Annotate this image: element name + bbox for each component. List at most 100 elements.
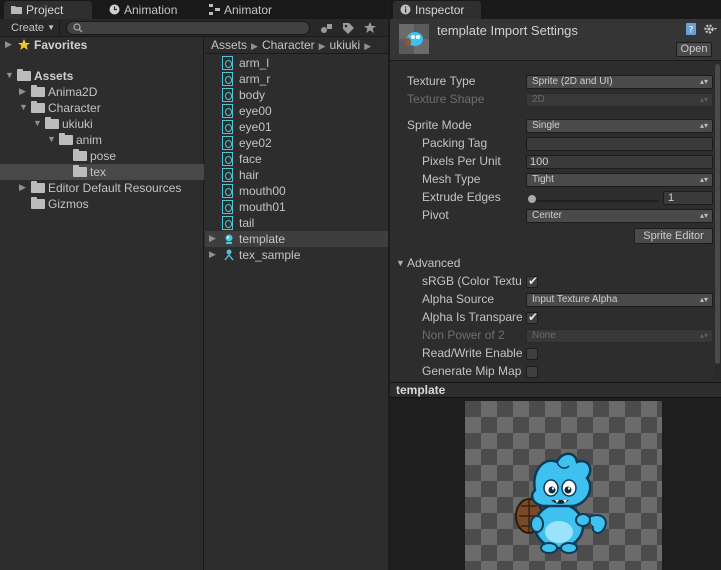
filter-by-label-icon[interactable] bbox=[341, 21, 355, 35]
assets-label: Assets bbox=[34, 69, 74, 83]
file-item-eye01[interactable]: eye01 bbox=[205, 119, 388, 135]
read-write-enabled-checkbox[interactable] bbox=[526, 348, 538, 360]
alpha-is-transparency-checkbox[interactable]: ✔ bbox=[526, 310, 539, 324]
svg-text:?: ? bbox=[689, 26, 694, 36]
non-power-of-2-value: None bbox=[532, 330, 556, 341]
tree-editor-default-resources[interactable]: ▶ Editor Default Resources bbox=[0, 180, 204, 196]
tree-character[interactable]: ▼ Character bbox=[0, 100, 204, 116]
favorites-star-icon bbox=[18, 39, 30, 50]
tree-tex[interactable]: tex bbox=[0, 164, 204, 180]
preview-header[interactable]: template bbox=[390, 382, 721, 398]
extrude-edges-field[interactable]: 1 bbox=[663, 191, 713, 205]
tree-assets[interactable]: ▼ Assets bbox=[0, 68, 204, 84]
pivot-dropdown[interactable]: Center ▴▾ bbox=[526, 209, 713, 223]
foldout-arrow-icon[interactable]: ▶ bbox=[19, 87, 28, 96]
file-item-tex-sample[interactable]: ▶ tex_sample bbox=[205, 247, 388, 263]
foldout-arrow-icon[interactable]: ▶ bbox=[5, 40, 14, 49]
tex-label: tex bbox=[90, 165, 107, 179]
tab-project[interactable]: Project bbox=[4, 1, 92, 19]
file-item-mouth00[interactable]: mouth00 bbox=[205, 183, 388, 199]
foldout-expanded-icon[interactable]: ▼ bbox=[47, 135, 56, 144]
file-item-hair[interactable]: hair bbox=[205, 167, 388, 183]
checkmark-icon: ✔ bbox=[528, 310, 539, 324]
foldout-expanded-icon[interactable]: ▼ bbox=[33, 119, 42, 128]
filter-by-type-icon[interactable] bbox=[320, 21, 334, 35]
extrude-edges-slider-handle[interactable] bbox=[527, 194, 537, 204]
search-input[interactable] bbox=[66, 21, 310, 35]
inspector-scrollbar[interactable] bbox=[714, 62, 721, 380]
advanced-section-header[interactable]: Advanced bbox=[407, 256, 460, 270]
foldout-expanded-icon[interactable]: ▼ bbox=[396, 258, 405, 268]
srgb-checkbox[interactable]: ✔ bbox=[526, 274, 538, 288]
tab-animator[interactable]: Animator bbox=[202, 1, 298, 19]
pixels-per-unit-label: Pixels Per Unit bbox=[422, 154, 501, 168]
sprite-icon bbox=[222, 88, 233, 102]
extrude-edges-slider-track[interactable] bbox=[530, 200, 658, 202]
file-item-face[interactable]: face bbox=[205, 151, 388, 167]
folder-icon bbox=[17, 69, 31, 81]
srgb-label: sRGB (Color Texture) bbox=[422, 274, 522, 288]
tree-favorites[interactable]: ▶ Favorites bbox=[0, 37, 204, 53]
mesh-type-value: Tight bbox=[532, 174, 554, 185]
alpha-is-transparency-label: Alpha Is Transparency bbox=[422, 310, 522, 324]
create-dropdown[interactable]: Create ▼ bbox=[6, 20, 60, 36]
animation-clock-icon bbox=[109, 4, 120, 15]
file-label: tail bbox=[239, 216, 255, 230]
foldout-arrow-icon[interactable]: ▶ bbox=[209, 250, 218, 259]
file-item-mouth01[interactable]: mouth01 bbox=[205, 199, 388, 215]
gear-icon[interactable] bbox=[703, 22, 717, 36]
dropdown-arrows-icon: ▴▾ bbox=[699, 95, 708, 104]
file-item-body[interactable]: body bbox=[205, 87, 388, 103]
file-item-eye02[interactable]: eye02 bbox=[205, 135, 388, 151]
generate-mip-maps-label: Generate Mip Maps bbox=[422, 364, 522, 378]
tree-pose[interactable]: pose bbox=[0, 148, 204, 164]
sprite-mode-dropdown[interactable]: Single ▴▾ bbox=[526, 119, 713, 133]
tree-ukiuki[interactable]: ▼ ukiuki bbox=[0, 116, 204, 132]
folder-icon bbox=[31, 197, 45, 209]
sprite-icon bbox=[222, 184, 233, 198]
packing-tag-field[interactable] bbox=[526, 137, 713, 151]
sprite-icon bbox=[222, 168, 233, 182]
folder-icon bbox=[45, 117, 59, 129]
search-icon bbox=[73, 23, 83, 33]
character-sprite-preview bbox=[515, 452, 607, 554]
foldout-arrow-icon[interactable]: ▶ bbox=[19, 183, 28, 192]
character-label: Character bbox=[48, 101, 101, 115]
gizmos-label: Gizmos bbox=[48, 197, 89, 211]
editor-default-resources-label: Editor Default Resources bbox=[48, 181, 182, 195]
packing-tag-label: Packing Tag bbox=[422, 136, 488, 150]
foldout-arrow-icon[interactable]: ▶ bbox=[209, 234, 218, 243]
texture-type-dropdown[interactable]: Sprite (2D and UI) ▴▾ bbox=[526, 75, 713, 89]
tab-animation[interactable]: Animation bbox=[102, 1, 198, 19]
tree-anima2d[interactable]: ▶ Anima2D bbox=[0, 84, 204, 100]
foldout-expanded-icon[interactable]: ▼ bbox=[5, 71, 14, 80]
tree-gizmos[interactable]: Gizmos bbox=[0, 196, 204, 212]
alpha-source-dropdown[interactable]: Input Texture Alpha ▴▾ bbox=[526, 293, 713, 307]
breadcrumb: Assets ▶ Character ▶ ukiuki ▶ bbox=[205, 37, 388, 54]
sprite-editor-button[interactable]: Sprite Editor bbox=[634, 228, 713, 244]
star-favorite-icon[interactable] bbox=[363, 21, 377, 35]
breadcrumb-ukiuki[interactable]: ukiuki bbox=[330, 38, 361, 52]
pixels-per-unit-field[interactable]: 100 bbox=[526, 155, 713, 169]
file-item-template[interactable]: ▶ template bbox=[205, 231, 388, 247]
tab-inspector[interactable]: Inspector bbox=[393, 1, 481, 19]
breadcrumb-separator-icon: ▶ bbox=[364, 41, 372, 51]
mesh-type-dropdown[interactable]: Tight ▴▾ bbox=[526, 173, 713, 187]
breadcrumb-assets[interactable]: Assets bbox=[211, 38, 247, 52]
file-label: face bbox=[239, 152, 262, 166]
tree-anim[interactable]: ▼ anim bbox=[0, 132, 204, 148]
breadcrumb-character[interactable]: Character bbox=[262, 38, 315, 52]
file-label: arm_r bbox=[239, 72, 271, 86]
file-label: template bbox=[239, 232, 286, 246]
open-button[interactable]: Open bbox=[676, 42, 712, 57]
file-item-tail[interactable]: tail bbox=[205, 215, 388, 231]
help-book-icon[interactable]: ? bbox=[685, 23, 697, 35]
generate-mip-maps-checkbox[interactable] bbox=[526, 366, 538, 378]
file-list: Assets ▶ Character ▶ ukiuki ▶ arm_l arm_r bod… bbox=[205, 37, 388, 570]
file-item-eye00[interactable]: eye00 bbox=[205, 103, 388, 119]
file-label: eye01 bbox=[239, 120, 272, 134]
pivot-label: Pivot bbox=[422, 208, 449, 222]
file-item-arm-l[interactable]: arm_l bbox=[205, 55, 388, 71]
file-item-arm-r[interactable]: arm_r bbox=[205, 71, 388, 87]
foldout-expanded-icon[interactable]: ▼ bbox=[19, 103, 28, 112]
